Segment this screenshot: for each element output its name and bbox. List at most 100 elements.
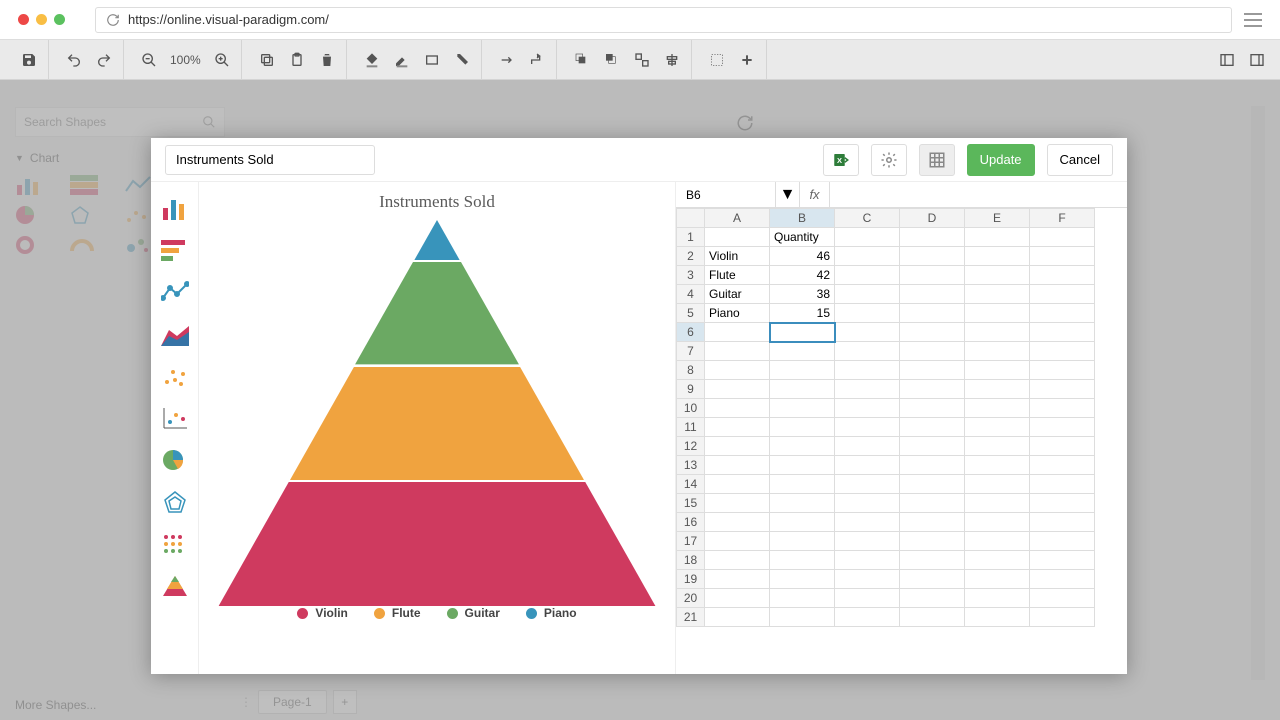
cell[interactable]: Quantity [770, 228, 835, 247]
cell[interactable] [900, 456, 965, 475]
cell[interactable] [965, 228, 1030, 247]
row-header[interactable]: 19 [677, 570, 705, 589]
cell[interactable] [770, 437, 835, 456]
cell[interactable]: Violin [705, 247, 770, 266]
row-header[interactable]: 14 [677, 475, 705, 494]
type-pie-icon[interactable] [161, 448, 189, 472]
row-header[interactable]: 6 [677, 323, 705, 342]
format-painter-button[interactable] [449, 47, 475, 73]
connector-button[interactable] [494, 47, 520, 73]
cell[interactable] [1030, 437, 1095, 456]
maximize-window[interactable] [54, 14, 65, 25]
cell[interactable] [835, 551, 900, 570]
cell[interactable] [770, 323, 835, 342]
cell[interactable] [705, 361, 770, 380]
cell[interactable] [770, 551, 835, 570]
align-button[interactable] [659, 47, 685, 73]
cell[interactable] [835, 532, 900, 551]
row-header[interactable]: 12 [677, 437, 705, 456]
cell[interactable] [965, 399, 1030, 418]
cell[interactable]: 46 [770, 247, 835, 266]
cell[interactable] [705, 418, 770, 437]
cell[interactable] [965, 361, 1030, 380]
cell[interactable] [965, 475, 1030, 494]
cell[interactable] [1030, 266, 1095, 285]
cell[interactable] [1030, 589, 1095, 608]
cell[interactable] [835, 247, 900, 266]
cell-reference[interactable]: B6 [676, 182, 776, 207]
cell[interactable] [835, 608, 900, 627]
settings-button[interactable] [871, 144, 907, 176]
col-header[interactable]: E [965, 209, 1030, 228]
chart-title-input[interactable] [165, 145, 375, 175]
cell[interactable] [1030, 551, 1095, 570]
send-back-button[interactable] [599, 47, 625, 73]
cell[interactable] [1030, 361, 1095, 380]
cell[interactable] [900, 399, 965, 418]
cell[interactable] [835, 285, 900, 304]
copy-button[interactable] [254, 47, 280, 73]
cell[interactable]: 38 [770, 285, 835, 304]
cell[interactable] [900, 513, 965, 532]
cell[interactable] [1030, 513, 1095, 532]
cell[interactable] [965, 456, 1030, 475]
zoom-value[interactable]: 100% [166, 53, 205, 67]
cell[interactable] [900, 342, 965, 361]
cell[interactable] [900, 608, 965, 627]
cell[interactable]: Guitar [705, 285, 770, 304]
cell[interactable] [770, 342, 835, 361]
address-bar[interactable]: https://online.visual-paradigm.com/ [95, 7, 1232, 33]
close-window[interactable] [18, 14, 29, 25]
col-header[interactable]: A [705, 209, 770, 228]
type-bar-icon[interactable] [161, 196, 189, 220]
cell[interactable] [705, 570, 770, 589]
cell[interactable] [770, 456, 835, 475]
cell[interactable] [835, 589, 900, 608]
cell[interactable] [705, 323, 770, 342]
cell[interactable] [1030, 475, 1095, 494]
cell[interactable] [770, 475, 835, 494]
cell[interactable] [1030, 570, 1095, 589]
panel-toggle-2[interactable] [1244, 47, 1270, 73]
save-button[interactable] [16, 47, 42, 73]
delete-button[interactable] [314, 47, 340, 73]
cell[interactable] [900, 266, 965, 285]
row-header[interactable]: 9 [677, 380, 705, 399]
row-header[interactable]: 10 [677, 399, 705, 418]
cell[interactable] [705, 342, 770, 361]
type-radar-icon[interactable] [161, 490, 189, 514]
row-header[interactable]: 16 [677, 513, 705, 532]
cell[interactable] [705, 456, 770, 475]
cell[interactable] [965, 285, 1030, 304]
row-header[interactable]: 8 [677, 361, 705, 380]
cell[interactable] [965, 323, 1030, 342]
cell[interactable] [835, 266, 900, 285]
cell[interactable] [1030, 323, 1095, 342]
stroke-color-button[interactable] [389, 47, 415, 73]
row-header[interactable]: 7 [677, 342, 705, 361]
cell[interactable] [900, 247, 965, 266]
cell[interactable] [965, 418, 1030, 437]
row-header[interactable]: 5 [677, 304, 705, 323]
cell[interactable] [900, 494, 965, 513]
zoom-in-button[interactable] [209, 47, 235, 73]
row-header[interactable]: 21 [677, 608, 705, 627]
cell[interactable] [770, 589, 835, 608]
cell[interactable] [770, 380, 835, 399]
cancel-button[interactable]: Cancel [1047, 144, 1113, 176]
cell[interactable] [835, 342, 900, 361]
spreadsheet[interactable]: ABCDEF1Quantity2Violin463Flute424Guitar3… [676, 208, 1127, 674]
redo-button[interactable] [91, 47, 117, 73]
cell-ref-dropdown[interactable]: ▼ [776, 182, 800, 207]
cell[interactable] [1030, 380, 1095, 399]
cell[interactable] [965, 304, 1030, 323]
type-scatter-icon[interactable] [161, 364, 189, 388]
cell[interactable] [770, 494, 835, 513]
cell[interactable] [900, 323, 965, 342]
connector-style-button[interactable] [524, 47, 550, 73]
cell[interactable] [835, 570, 900, 589]
cell[interactable] [705, 380, 770, 399]
cell[interactable] [965, 513, 1030, 532]
cell[interactable] [1030, 456, 1095, 475]
type-hbar-icon[interactable] [161, 238, 189, 262]
